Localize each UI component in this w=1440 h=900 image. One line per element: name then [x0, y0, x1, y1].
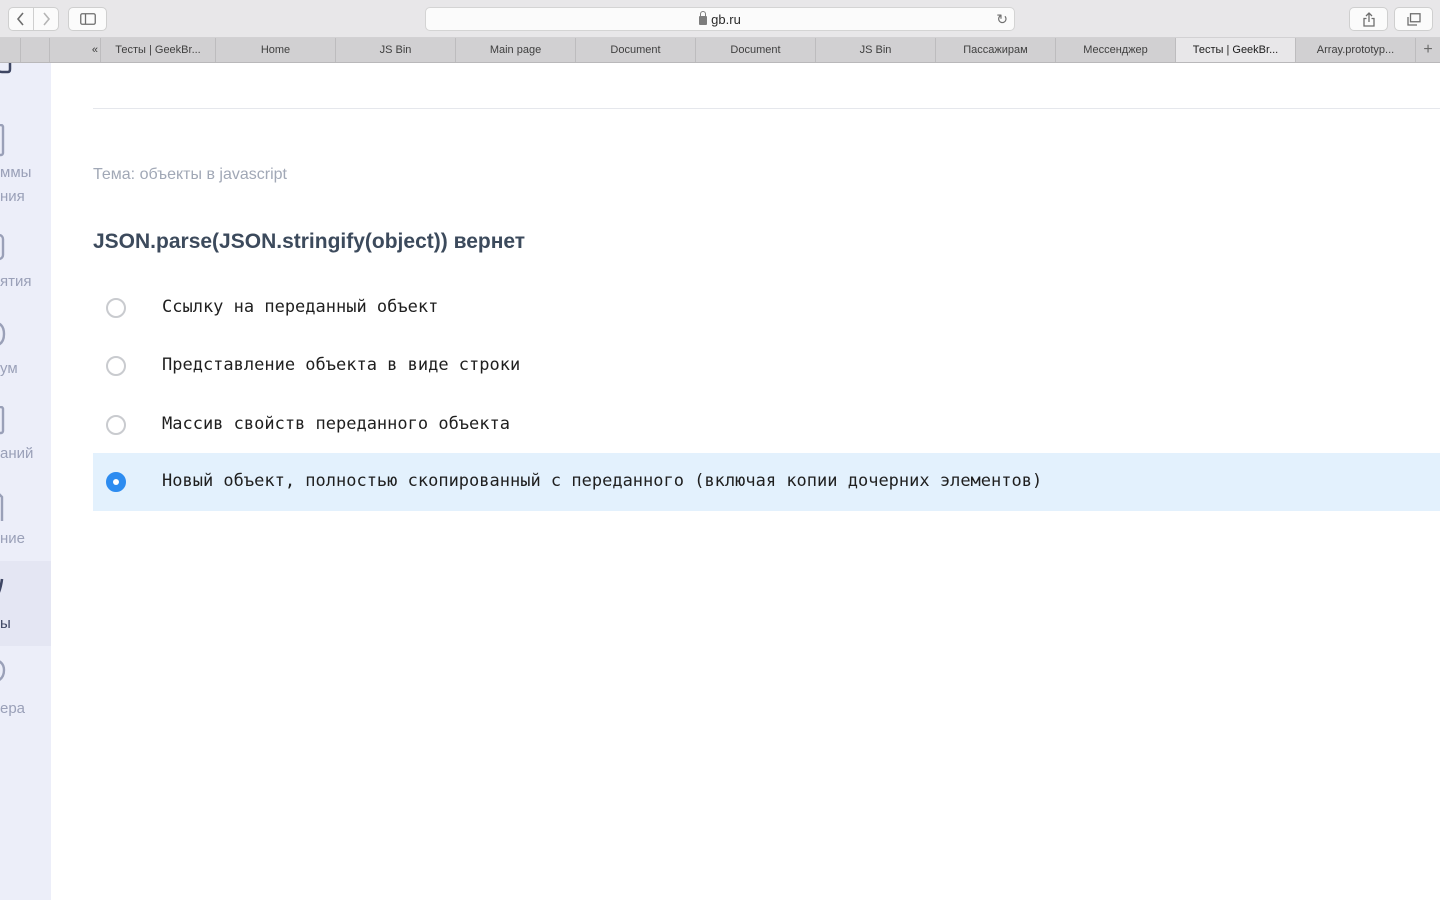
sidebar-item-label: ера — [0, 700, 26, 717]
forward-button[interactable] — [33, 7, 59, 31]
reload-icon[interactable]: ↻ — [996, 11, 1008, 28]
tab[interactable]: Main page — [456, 38, 576, 62]
tab[interactable] — [0, 38, 21, 62]
back-button[interactable] — [8, 7, 34, 31]
tab[interactable]: Array.prototyp... — [1296, 38, 1416, 62]
chat-icon — [0, 660, 6, 681]
sidebar-item-label: аний — [0, 445, 34, 462]
plus-icon: + — [1423, 41, 1433, 58]
answer-option[interactable]: Представление объекта в виде строки — [93, 337, 1440, 395]
pencil-icon — [0, 578, 4, 593]
answer-option-selected[interactable]: Новый объект, полностью скопированный с … — [93, 453, 1440, 511]
sidebar-item-label: ятия — [0, 273, 32, 290]
app-logo-icon — [0, 63, 12, 74]
test-topic: Тема: объекты в javascript — [93, 166, 287, 183]
divider — [93, 108, 1440, 109]
new-tab-button[interactable]: + — [1416, 38, 1440, 62]
show-tabs-button[interactable] — [1394, 7, 1433, 31]
tab[interactable]: Home — [216, 38, 336, 62]
sidebar-item-label: ние — [0, 530, 26, 547]
browser-toolbar: gb.ru ↻ — [0, 0, 1440, 38]
answer-text: Новый объект, полностью скопированный с … — [162, 471, 1043, 491]
chat-icon — [0, 322, 6, 346]
address-bar[interactable]: gb.ru ↻ — [425, 7, 1015, 31]
tab[interactable]: Пассажирам — [936, 38, 1056, 62]
chevron-right-icon — [43, 12, 51, 26]
radio-button[interactable] — [106, 298, 126, 318]
answer-option[interactable]: Ссылку на переданный объект — [93, 279, 1440, 337]
chevron-left-icon — [16, 12, 24, 26]
sidebar-item-tasks[interactable]: аний — [0, 400, 51, 470]
sidebar-item-employment[interactable]: ние — [0, 485, 51, 555]
tab[interactable]: Document — [696, 38, 816, 62]
sidebar-item-career[interactable]: ера — [0, 655, 51, 725]
sidebar-item-label: ния — [0, 188, 25, 205]
answer-text: Массив свойств переданного объекта — [162, 414, 510, 434]
question-text: JSON.parse(JSON.stringify(object)) верне… — [93, 230, 526, 253]
sidebar-item-forum[interactable]: ум — [0, 315, 51, 385]
tab[interactable]: Document — [576, 38, 696, 62]
tab[interactable] — [21, 38, 50, 62]
book-icon — [0, 124, 5, 157]
tab[interactable]: « — [50, 38, 101, 62]
sidebar-item-label: ум — [0, 360, 18, 377]
sidebar-item-programs[interactable]: ммы ния — [0, 118, 51, 208]
list-icon — [0, 406, 5, 435]
url-text: gb.ru — [711, 12, 741, 27]
tab[interactable]: Мессенджер — [1056, 38, 1176, 62]
share-button[interactable] — [1349, 7, 1388, 31]
radio-button-checked[interactable] — [106, 472, 126, 492]
tab[interactable]: JS Bin — [816, 38, 936, 62]
tab-bar: « Тесты | GeekBr... Home JS Bin Main pag… — [0, 38, 1440, 63]
tabs-overview-icon — [1406, 12, 1421, 26]
radio-button[interactable] — [106, 415, 126, 435]
sidebar-item-tests[interactable]: ы — [0, 561, 51, 646]
share-icon — [1362, 11, 1375, 27]
building-icon — [0, 493, 4, 521]
radio-button[interactable] — [106, 356, 126, 376]
sidebar-toggle-button[interactable] — [68, 7, 107, 31]
sidebar-item-label: ммы — [0, 164, 32, 181]
answer-text: Ссылку на переданный объект — [162, 297, 439, 317]
answer-option[interactable]: Массив свойств переданного объекта — [93, 396, 1440, 454]
sidebar-item-events[interactable]: ятия — [0, 228, 51, 298]
calendar-icon — [0, 234, 5, 261]
sidebar-item-label: ы — [0, 615, 11, 632]
sidebar-icon — [79, 13, 96, 25]
test-content: Тема: объекты в javascript JSON.parse(JS… — [51, 63, 1440, 900]
tab[interactable]: Тесты | GeekBr... — [101, 38, 216, 62]
left-sidebar: ммы ния ятия ум аний ние ы ера — [0, 63, 51, 900]
lock-icon — [699, 11, 708, 25]
answer-text: Представление объекта в виде строки — [162, 355, 521, 375]
tab[interactable]: JS Bin — [336, 38, 456, 62]
tab-active[interactable]: Тесты | GeekBr... — [1176, 38, 1296, 62]
